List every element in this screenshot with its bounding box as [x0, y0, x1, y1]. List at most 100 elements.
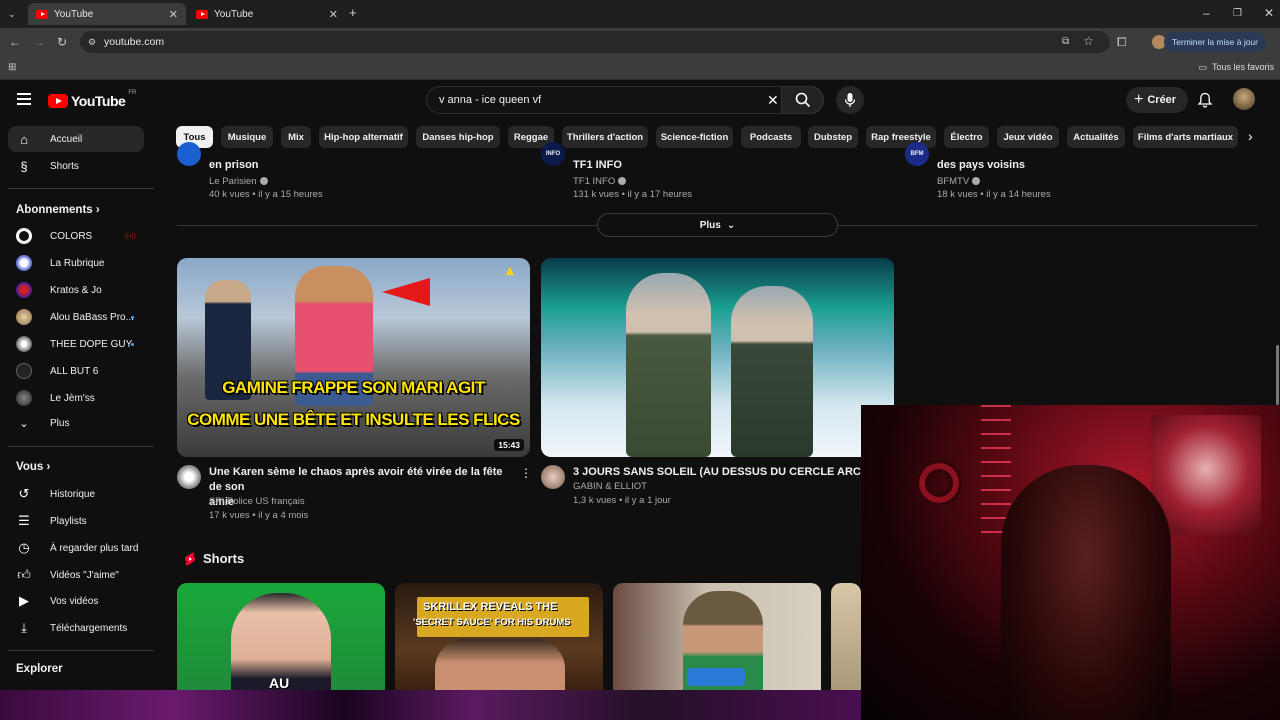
video-channel[interactable]: GABIN & ELLIOT [573, 480, 647, 494]
sidebar-item-kratos-jo[interactable]: Kratos & Jo [8, 277, 144, 303]
video-title[interactable]: des pays voisins [937, 158, 1025, 173]
browser-tab-active[interactable]: YouTube ✕ [28, 3, 186, 25]
home-icon: ⌂ [20, 131, 28, 147]
update-browser-button[interactable]: Terminer la mise à jour [1164, 32, 1266, 52]
youtube-play-icon [48, 94, 68, 108]
sidebar-item-watch-later[interactable]: ◷ À regarder plus tard [8, 535, 144, 561]
chip-science-fiction[interactable]: Science-fiction [656, 126, 733, 148]
chip-thrillers[interactable]: Thrillers d'action [562, 126, 648, 148]
chip-danses-hip-hop[interactable]: Danses hip-hop [416, 126, 500, 148]
you-header[interactable]: Vous › [16, 461, 50, 473]
channel-avatar[interactable] [177, 465, 201, 489]
chip-actualites[interactable]: Actualités [1067, 126, 1125, 148]
video-stats: 17 k vues • il y a 4 mois [209, 510, 309, 521]
short-thumbnail[interactable]: SKRILLEX REVEALS THE 'SECRET SAUCE' FOR … [395, 583, 603, 693]
search-input[interactable]: v anna - ice queen vf ✕ [426, 86, 824, 114]
create-button[interactable]: + Créer [1126, 87, 1189, 113]
clear-search-icon[interactable]: ✕ [767, 92, 779, 109]
address-bar-row: ← → ↻ ⚙ youtube.com ⧉ ☆ ⧠ Terminer la mi… [0, 28, 1280, 56]
video-stats: 18 k vues • il y a 14 heures [937, 189, 1051, 200]
chip-jeux-video[interactable]: Jeux vidéo [997, 126, 1059, 148]
video-channel[interactable]: Le Parisien [209, 175, 268, 189]
youtube-favicon-icon [36, 9, 48, 19]
page-scrollbar[interactable] [1276, 345, 1279, 405]
install-app-icon[interactable]: ⧉ [1062, 35, 1069, 49]
show-more-button[interactable]: Plus ⌄ [597, 213, 838, 237]
tab-title: YouTube [214, 8, 254, 20]
close-tab-icon[interactable]: ✕ [329, 8, 338, 21]
sidebar-item-playlists[interactable]: ☰ Playlists [8, 508, 144, 534]
sidebar-item-thee-dope-guy[interactable]: THEE DOPE GUY [8, 331, 144, 357]
sidebar-item-la-rubrique[interactable]: La Rubrique [8, 250, 144, 276]
browser-tab[interactable]: YouTube ✕ [188, 3, 346, 25]
short-thumbnail[interactable] [613, 583, 821, 693]
channel-avatar[interactable] [177, 142, 201, 166]
url-field[interactable]: ⚙ youtube.com ⧉ ☆ [80, 31, 1110, 53]
short-thumbnail[interactable] [831, 583, 861, 693]
chip-podcasts[interactable]: Podcasts [741, 126, 801, 148]
chip-hip-hop-alternatif[interactable]: Hip-hop alternatif [319, 126, 408, 148]
site-info-icon[interactable]: ⚙ [88, 35, 96, 49]
video-thumbnail[interactable]: ▲ GAMINE FRAPPE SON MARI AGIT COMME UNE … [177, 258, 530, 457]
account-avatar[interactable] [1233, 88, 1255, 110]
reload-icon[interactable]: ↻ [57, 35, 67, 49]
video-channel[interactable]: BFMTV [937, 175, 981, 189]
channel-avatar[interactable]: INFO [541, 142, 565, 166]
back-icon[interactable]: ← [9, 35, 21, 49]
sidebar-item-shorts[interactable]: § Shorts [8, 153, 144, 179]
channel-avatar[interactable]: BFM [905, 142, 929, 166]
sidebar-item-your-videos[interactable]: ▶ Vos vidéos [8, 588, 144, 614]
bookmark-star-icon[interactable]: ☆ [1083, 34, 1094, 48]
short-thumbnail[interactable]: AU [177, 583, 385, 693]
bookmarks-bar: ⊞ ▭ Tous les favoris [0, 56, 1280, 80]
sidebar-item-alou-babass[interactable]: Alou BaBass Pro... [8, 304, 144, 330]
video-channel[interactable]: SPI Police US français [209, 495, 305, 509]
video-title[interactable]: 3 JOURS SANS SOLEIL (AU DESSUS DU CERCLE… [573, 465, 898, 480]
sidebar-item-history[interactable]: ↺ Historique [8, 481, 144, 507]
more-options-icon[interactable]: ⋮ [520, 466, 532, 480]
channel-avatar[interactable] [541, 465, 565, 489]
thumbnail-person-left [626, 273, 711, 457]
video-thumbnail[interactable] [541, 258, 894, 457]
extensions-icon[interactable]: ⧠ [1117, 35, 1127, 49]
sidebar-item-downloads[interactable]: ⤓ Téléchargements [8, 615, 144, 641]
all-bookmarks-link[interactable]: ▭ Tous les favoris [1198, 62, 1274, 73]
chip-mix[interactable]: Mix [281, 126, 311, 148]
restore-icon[interactable]: ❐ [1233, 7, 1242, 21]
video-channel[interactable]: TF1 INFO [573, 175, 627, 189]
forward-icon[interactable]: → [33, 35, 45, 49]
webcam-person [1001, 465, 1171, 720]
sidebar-item-le-jemss[interactable]: Le Jèm'ss [8, 385, 144, 411]
sidebar-item-colors[interactable]: COLORS ((•)) [8, 223, 144, 249]
notifications-bell-icon[interactable] [1197, 92, 1213, 108]
sidebar-item-liked-videos[interactable]: 👍︎ Vidéos "J'aime" [8, 562, 144, 588]
voice-search-button[interactable] [836, 86, 864, 114]
shorts-section-title: Shorts [203, 551, 245, 566]
sidebar-item-all-but-6[interactable]: ALL BUT 6 [8, 358, 144, 384]
close-window-icon[interactable]: ✕ [1264, 6, 1274, 20]
youtube-logo[interactable]: YouTube FR [48, 90, 136, 109]
watch-later-icon: ◷ [18, 540, 30, 555]
sidebar-item-more[interactable]: ⌄ Plus [8, 410, 144, 436]
video-title[interactable]: en prison [209, 158, 259, 173]
folder-icon: ▭ [1198, 62, 1207, 72]
sidebar-item-home[interactable]: ⌂ Accueil [8, 126, 144, 152]
search-button[interactable] [781, 86, 823, 114]
close-tab-icon[interactable]: ✕ [169, 8, 178, 21]
chevron-right-icon[interactable]: › [1248, 128, 1253, 144]
video-title[interactable]: TF1 INFO [573, 158, 622, 173]
channel-avatar [16, 282, 32, 298]
apps-grid-icon[interactable]: ⊞ [8, 61, 16, 75]
video-stats: 131 k vues • il y a 17 heures [573, 189, 692, 200]
new-tab-icon[interactable]: + [349, 6, 357, 20]
chip-dubstep[interactable]: Dubstep [808, 126, 858, 148]
tab-search-icon[interactable]: ⌄ [8, 7, 16, 21]
download-icon: ⤓ [21, 620, 27, 635]
minimize-icon[interactable]: – [1203, 6, 1210, 20]
chip-films-arts-martiaux[interactable]: Films d'arts martiaux [1133, 126, 1238, 148]
chip-musique[interactable]: Musique [221, 126, 273, 148]
subscriptions-header[interactable]: Abonnements › [16, 204, 100, 216]
channel-avatar [16, 255, 32, 271]
chip-electro[interactable]: Électro [944, 126, 989, 148]
menu-icon[interactable] [17, 93, 31, 105]
